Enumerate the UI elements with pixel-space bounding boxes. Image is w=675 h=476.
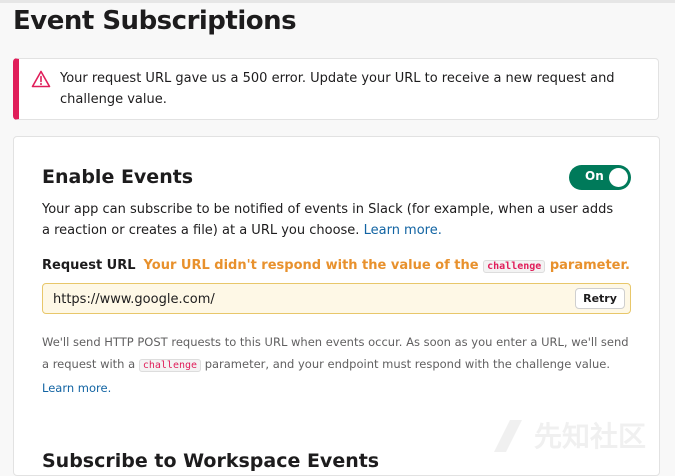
learn-more-link[interactable]: Learn more. <box>364 223 442 238</box>
page-title: Event Subscriptions <box>13 6 297 36</box>
request-url-help: We'll send HTTP POST requests to this UR… <box>42 331 637 399</box>
error-code-challenge: challenge <box>483 260 546 273</box>
warning-triangle-icon <box>31 69 51 89</box>
enable-events-description: Your app can subscribe to be notified of… <box>42 199 617 241</box>
top-border <box>0 0 675 3</box>
request-url-error: Your URL didn't respond with the value o… <box>144 258 630 273</box>
subscribe-workspace-events-title: Subscribe to Workspace Events <box>42 450 380 472</box>
alert-message: Your request URL gave us a 500 error. Up… <box>60 71 615 107</box>
toggle-label: On <box>585 169 604 183</box>
request-url-label: Request URL <box>42 258 136 273</box>
enable-events-toggle[interactable]: On <box>569 165 631 190</box>
watermark-logo: 先知社区 <box>492 416 662 456</box>
error-text-after: parameter. <box>549 258 630 273</box>
request-url-field: Retry <box>42 283 631 314</box>
retry-button[interactable]: Retry <box>575 288 625 309</box>
help-learn-more-link[interactable]: Learn more. <box>42 381 111 395</box>
request-url-row: Request URL Your URL didn't respond with … <box>42 258 632 273</box>
error-alert: Your request URL gave us a 500 error. Up… <box>13 58 659 120</box>
watermark-text: 先知社区 <box>534 420 646 453</box>
error-text-before: Your URL didn't respond with the value o… <box>143 258 479 273</box>
description-text: Your app can subscribe to be notified of… <box>42 202 614 238</box>
request-url-input[interactable] <box>53 290 553 308</box>
help-text-after: parameter, and your endpoint must respon… <box>204 357 611 371</box>
enable-events-title: Enable Events <box>42 166 194 188</box>
help-code-challenge: challenge <box>138 359 202 372</box>
toggle-knob <box>609 168 628 187</box>
